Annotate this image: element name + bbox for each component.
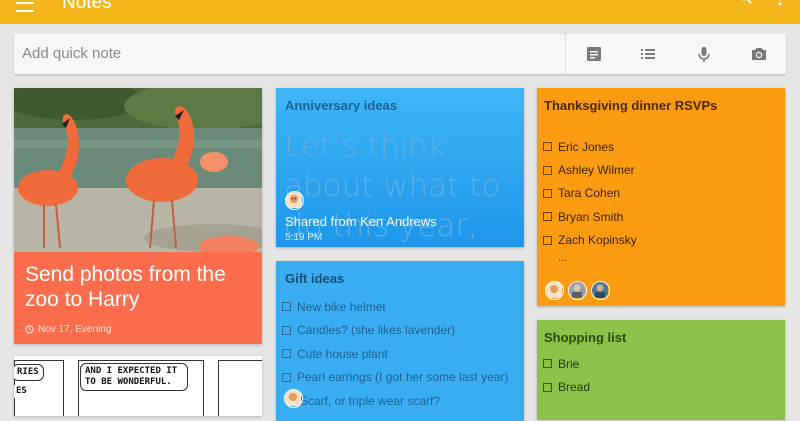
avatar	[591, 281, 610, 300]
list-item[interactable]: Tara Cohen	[543, 182, 637, 205]
list-item-text: Brie	[558, 356, 580, 371]
checkbox[interactable]	[543, 235, 552, 245]
note-card-anniversary[interactable]: Anniversary ideas Let’s think about what…	[276, 88, 524, 247]
list-item[interactable]: Pearl earrings (I got her some last year…	[282, 366, 508, 390]
list-item-text: Scarf, or triple wear scarf?	[300, 393, 441, 408]
note-icon[interactable]	[584, 44, 604, 64]
note-anniversary-time: 5:19 PM	[285, 232, 323, 243]
list-item[interactable]: Ashley Wilmer	[543, 158, 637, 181]
list-item[interactable]: Brie	[543, 352, 590, 376]
checkbox[interactable]	[543, 212, 552, 222]
thanksgiving-checklist: Eric Jones Ashley Wilmer Tara Cohen Brya…	[543, 135, 637, 252]
avatar	[545, 281, 564, 300]
avatar	[568, 281, 587, 300]
checkbox[interactable]	[543, 165, 552, 175]
list-item-text: New bike helmet	[297, 299, 386, 314]
quick-note-bar[interactable]: Add quick note	[14, 34, 786, 74]
note-anniversary-shared: Shared from Ken Andrews	[285, 214, 437, 229]
list-item[interactable]: New bike helmet	[282, 295, 508, 319]
list-item[interactable]: Zach Kopinsky	[543, 229, 637, 252]
checkbox[interactable]	[543, 382, 552, 392]
list-item-text: Zach Kopinsky	[558, 233, 637, 248]
checkbox[interactable]	[543, 188, 552, 198]
note-card-zoo[interactable]: Send photos from the zoo to Harry Nov 17…	[14, 88, 262, 344]
comic-bubble-right: AND I EXPECTED IT TO BE WONDERFUL.	[80, 363, 188, 391]
note-zoo-reminder-text: Nov 17, Evening	[38, 324, 112, 335]
clock-icon	[25, 325, 34, 334]
flamingo-photo	[14, 88, 262, 252]
note-zoo-text: Send photos from the zoo to Harry	[25, 263, 226, 311]
list-item[interactable]: Candles? (she likes lavender)	[282, 319, 508, 343]
note-card-thanksgiving[interactable]: Thanksgiving dinner RSVPs Eric Jones Ash…	[537, 88, 785, 306]
note-card-shopping[interactable]: Shopping list Brie Bread	[537, 320, 785, 420]
search-icon[interactable]	[738, 0, 752, 4]
note-thanksgiving-title: Thanksgiving dinner RSVPs	[544, 98, 718, 113]
list-item[interactable]: Bryan Smith	[543, 205, 637, 228]
menu-icon[interactable]	[16, 0, 34, 12]
list-item-text: Pearl earrings (I got her some last year…	[297, 370, 509, 385]
checkbox[interactable]	[543, 142, 552, 152]
list-item-text: Cute house plant	[297, 346, 388, 361]
collaborator-avatars	[545, 281, 610, 300]
note-gift-title: Gift ideas	[285, 271, 345, 286]
app-bar: Notes	[0, 0, 800, 24]
list-item-text: Tara Cohen	[558, 186, 621, 201]
comic-bubble-left-2: ES	[14, 384, 31, 399]
list-item-text: Ashley Wilmer	[558, 163, 635, 178]
note-card-comic[interactable]: RIES ES AND I EXPECTED IT TO BE WONDERFU…	[14, 356, 262, 416]
note-card-gift[interactable]: Gift ideas New bike helmet Candles? (she…	[276, 261, 524, 421]
quick-note-input[interactable]: Add quick note	[22, 45, 121, 62]
list-item[interactable]: Cute house plant	[282, 342, 508, 366]
checkbox[interactable]	[282, 302, 291, 312]
list-item-text: Bryan Smith	[558, 209, 624, 224]
gift-checklist: New bike helmet Candles? (she likes lave…	[282, 295, 508, 413]
camera-icon[interactable]	[749, 44, 769, 64]
list-item[interactable]: Bread	[543, 376, 590, 400]
shopping-checklist: Brie Bread	[543, 352, 590, 399]
app-title: Notes	[62, 0, 112, 13]
note-anniversary-title: Anniversary ideas	[285, 98, 398, 113]
comic-panel-right	[218, 360, 262, 416]
checkbox[interactable]	[282, 349, 291, 359]
avatar	[285, 191, 304, 210]
avatar	[284, 389, 303, 408]
list-item[interactable]: Eric Jones	[543, 135, 637, 158]
comic-bubble-left: RIES	[14, 364, 44, 381]
list-item[interactable]: Scarf, or triple wear scarf?	[282, 389, 508, 413]
note-shopping-title: Shopping list	[544, 330, 627, 345]
more-vert-icon[interactable]	[778, 0, 782, 6]
checkbox[interactable]	[282, 372, 291, 382]
more-items-ellipsis: ...	[558, 252, 568, 264]
quick-note-divider	[565, 34, 566, 74]
mic-icon[interactable]	[694, 44, 714, 64]
list-item-text: Bread	[558, 380, 591, 395]
checkbox[interactable]	[282, 325, 291, 335]
list-item-text: Eric Jones	[558, 139, 615, 154]
note-zoo-reminder: Nov 17, Evening	[25, 324, 111, 335]
checkbox[interactable]	[543, 359, 552, 369]
list-item-text: Candles? (she likes lavender)	[297, 323, 456, 338]
list-icon[interactable]	[638, 44, 658, 64]
